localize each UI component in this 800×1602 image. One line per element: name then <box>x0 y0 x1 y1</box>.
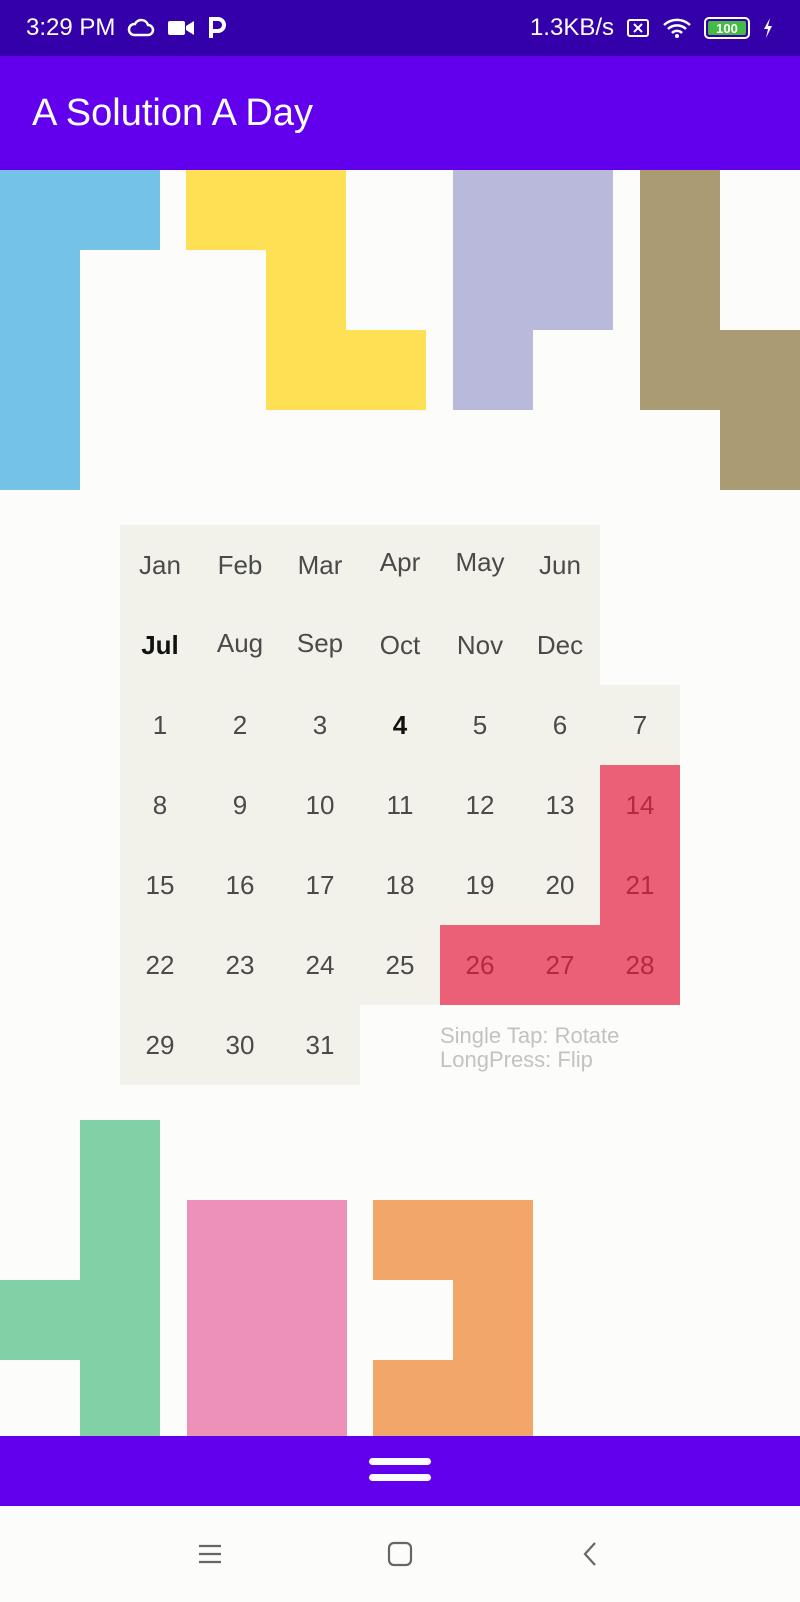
day-cell[interactable]: 13 <box>520 765 600 845</box>
day-cell[interactable]: 6 <box>520 685 600 765</box>
p-icon <box>209 17 227 38</box>
app-bar: A Solution A Day <box>0 56 800 170</box>
month-cell-feb[interactable]: Feb <box>200 525 280 605</box>
day-cell[interactable]: 19 <box>440 845 520 925</box>
day-cell[interactable]: 22 <box>120 925 200 1005</box>
hint-flip: LongPress: Flip <box>440 1047 593 1072</box>
battery-level: 100 <box>716 20 738 36</box>
day-cell[interactable]: 8 <box>120 765 200 845</box>
gesture-hint: Single Tap: Rotate LongPress: Flip <box>440 1024 619 1072</box>
recents-icon[interactable] <box>190 1534 230 1574</box>
status-right: 1.3KB/s 100 <box>530 14 774 42</box>
charging-icon <box>764 18 772 38</box>
month-cell-apr[interactable]: Apr <box>360 522 440 602</box>
day-cell[interactable]: 1 <box>120 685 200 765</box>
battery-icon: 100 <box>704 17 750 39</box>
network-speed: 1.3KB/s <box>529 14 614 41</box>
month-cell-jun[interactable]: Jun <box>520 525 600 605</box>
status-bar: 3:29 PM 1.3KB/s 100 <box>0 0 800 56</box>
bottom-app-bar <box>0 1436 800 1506</box>
orange-puzzle-piece[interactable] <box>373 1200 533 1436</box>
app-title: A Solution A Day <box>32 91 313 134</box>
day-cell[interactable]: 17 <box>280 845 360 925</box>
wifi-icon <box>663 18 691 38</box>
day-cell[interactable]: 20 <box>520 845 600 925</box>
month-cell-aug[interactable]: Aug <box>200 603 280 683</box>
system-nav-bar <box>0 1506 800 1602</box>
status-left: 3:29 PM <box>26 14 227 42</box>
status-time: 3:29 PM <box>26 14 116 41</box>
green-puzzle-piece[interactable] <box>0 1120 160 1436</box>
day-cell-selected[interactable]: 4 <box>360 685 440 765</box>
day-cell[interactable]: 12 <box>440 765 520 845</box>
hint-rotate: Single Tap: Rotate <box>440 1023 620 1048</box>
day-cell-covered[interactable]: 28 <box>600 925 680 1005</box>
day-cell-covered[interactable]: 21 <box>600 845 680 925</box>
day-cell[interactable]: 10 <box>280 765 360 845</box>
day-cell-covered[interactable]: 14 <box>600 765 680 845</box>
month-cell-jan[interactable]: Jan <box>120 525 200 605</box>
month-cell-nov[interactable]: Nov <box>440 605 520 685</box>
menu-icon[interactable] <box>369 1456 431 1486</box>
day-cell[interactable]: 9 <box>200 765 280 845</box>
cloud-icon <box>128 18 155 37</box>
day-cell[interactable]: 3 <box>280 685 360 765</box>
home-icon[interactable] <box>380 1534 420 1574</box>
olive-puzzle-piece[interactable] <box>640 170 800 490</box>
day-cell[interactable]: 16 <box>200 845 280 925</box>
day-cell[interactable]: 18 <box>360 845 440 925</box>
day-cell[interactable]: 15 <box>120 845 200 925</box>
day-cell-covered[interactable]: 26 <box>440 925 520 1005</box>
day-cell[interactable]: 30 <box>200 1005 280 1085</box>
month-cell-oct[interactable]: Oct <box>360 605 440 685</box>
month-cell-may[interactable]: May <box>440 522 520 602</box>
month-cell-dec[interactable]: Dec <box>520 605 600 685</box>
sim-icon <box>627 19 649 37</box>
month-cell-sep[interactable]: Sep <box>280 603 360 683</box>
day-cell[interactable]: 23 <box>200 925 280 1005</box>
yellow-puzzle-piece[interactable] <box>186 170 426 412</box>
day-cell[interactable]: 11 <box>360 765 440 845</box>
day-cell-covered[interactable]: 27 <box>520 925 600 1005</box>
day-cell[interactable]: 5 <box>440 685 520 765</box>
back-icon[interactable] <box>570 1534 610 1574</box>
day-cell[interactable]: 24 <box>280 925 360 1005</box>
video-icon <box>168 21 195 35</box>
day-cell[interactable]: 7 <box>600 685 680 765</box>
month-cell-jul-selected[interactable]: Jul <box>120 605 200 685</box>
day-cell[interactable]: 31 <box>280 1005 360 1085</box>
day-cell[interactable]: 29 <box>120 1005 200 1085</box>
lavender-puzzle-piece[interactable] <box>453 170 613 412</box>
pink-puzzle-piece[interactable] <box>187 1200 347 1436</box>
month-cell-mar[interactable]: Mar <box>280 525 360 605</box>
day-cell[interactable]: 2 <box>200 685 280 765</box>
blue-puzzle-piece[interactable] <box>0 170 160 490</box>
day-cell[interactable]: 25 <box>360 925 440 1005</box>
